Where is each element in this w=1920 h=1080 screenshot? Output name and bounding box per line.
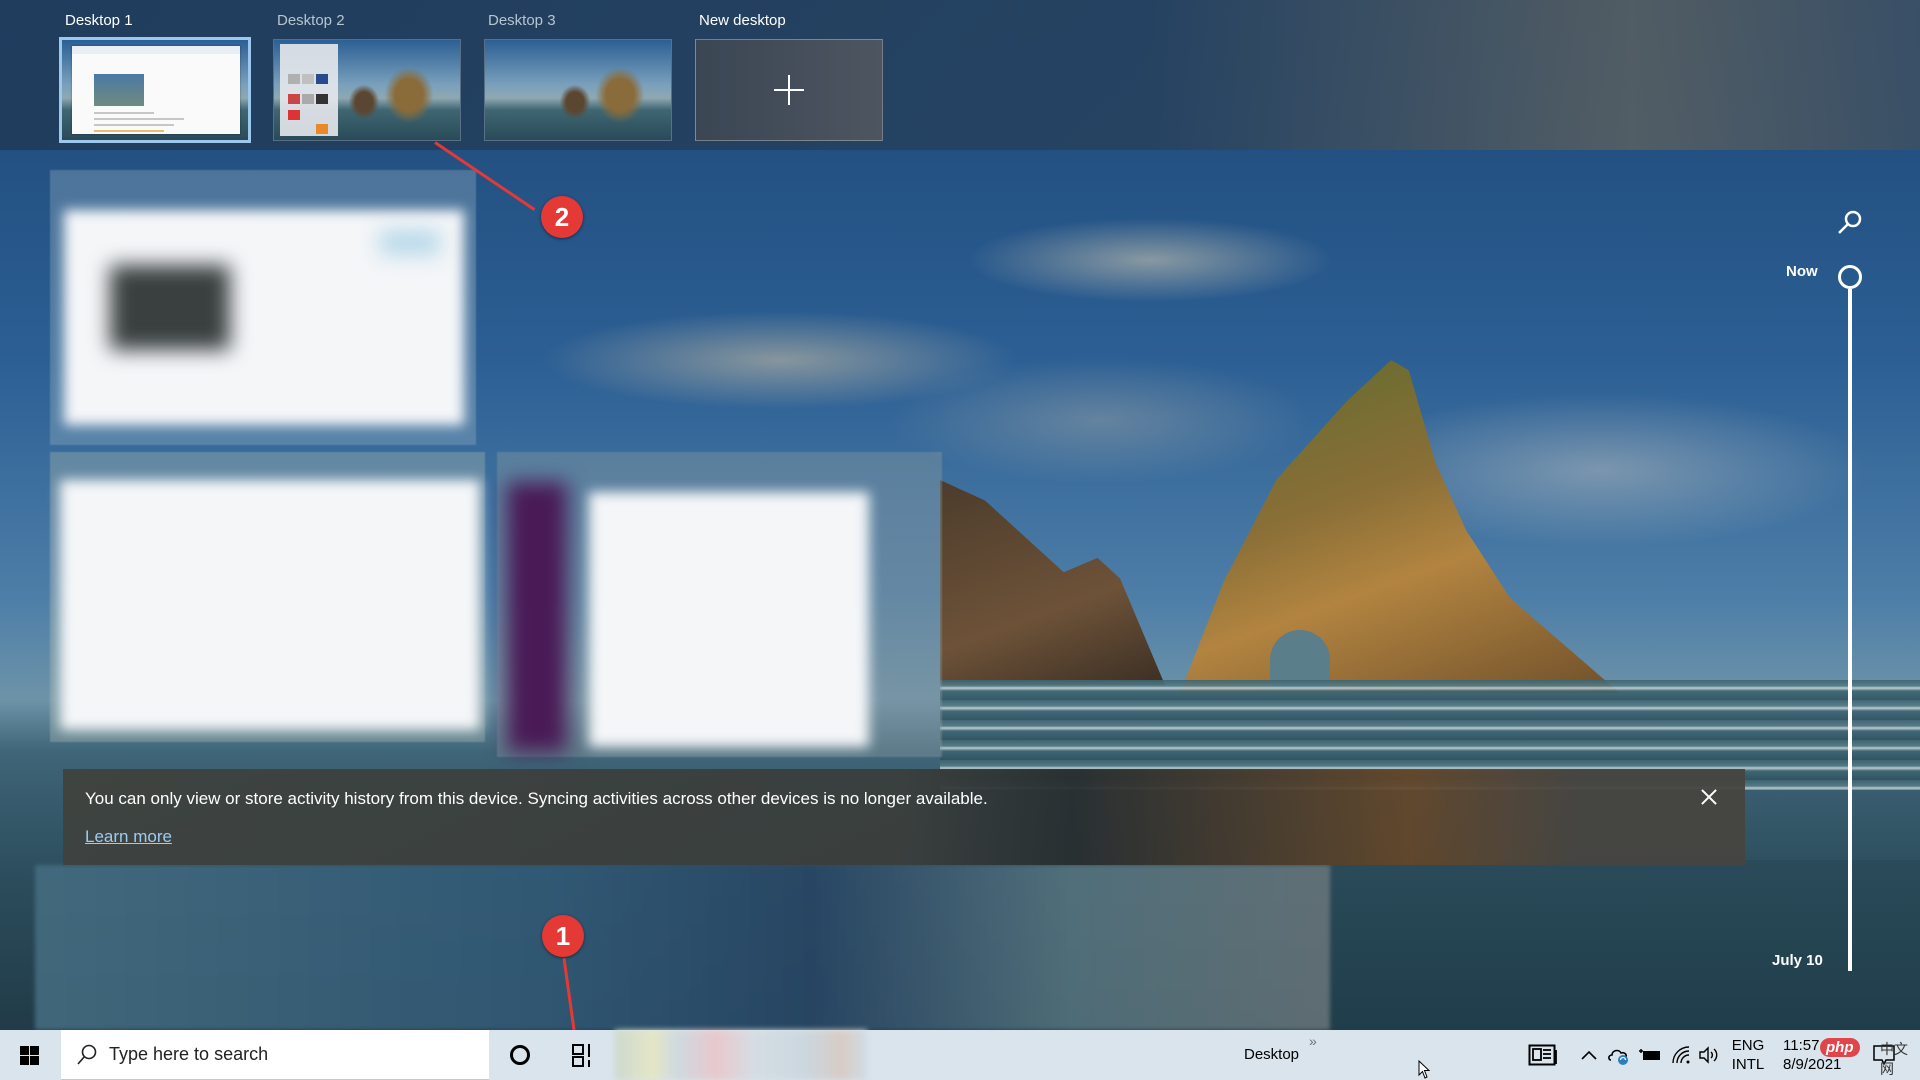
timeline-search-icon[interactable] <box>1834 208 1864 238</box>
virtual-desktops-bar: Desktop 1 Desktop 2 Desktop 3 New deskto… <box>0 0 1920 150</box>
desktop-toolbar[interactable]: Desktop <box>1244 1046 1299 1063</box>
pinned-apps-strip[interactable] <box>615 1030 867 1080</box>
wallpaper-sea-reflection <box>1330 860 1920 1030</box>
volume-icon[interactable] <box>1698 1043 1720 1067</box>
thumbnail-text-line <box>94 130 164 132</box>
thumbnail-browser-window <box>72 46 240 134</box>
desktop-3-thumbnail[interactable] <box>484 39 672 141</box>
new-desktop-label: New desktop <box>699 12 786 29</box>
window-thumbnail-button <box>380 230 440 255</box>
mouse-cursor-icon <box>1418 1060 1431 1079</box>
search-input[interactable] <box>109 1030 479 1078</box>
start-button[interactable] <box>0 1030 60 1080</box>
task-view-icon <box>572 1044 594 1068</box>
timeline-scrollbar[interactable] <box>1848 289 1852 971</box>
timeline-now-label: Now <box>1786 263 1818 280</box>
notice-message: You can only view or store activity hist… <box>85 789 988 808</box>
taskbar: Desktop » ENG INTL 11:57 A <box>0 1030 1920 1080</box>
activity-history-area <box>35 865 1330 1030</box>
desktop-2-thumbnail[interactable] <box>273 39 461 141</box>
news-and-interests-icon[interactable] <box>1528 1044 1558 1066</box>
cortana-button[interactable] <box>495 1030 545 1080</box>
thumbnail-tile <box>316 74 328 84</box>
thumbnail-tile <box>288 94 300 104</box>
window-thumbnail-document[interactable] <box>50 452 485 742</box>
watermark-badge: php <box>1820 1038 1860 1057</box>
activity-history-notice: You can only view or store activity hist… <box>63 769 1745 865</box>
thumbnail-tile <box>288 110 300 120</box>
task-view-button[interactable] <box>555 1030 607 1080</box>
language-line2: INTL <box>1731 1056 1765 1073</box>
input-language-indicator[interactable]: ENG INTL <box>1730 1036 1766 1074</box>
thumbnail-wallpaper <box>485 40 671 140</box>
thumbnail-text-line <box>94 118 184 120</box>
callout-1-badge: 1 <box>542 915 584 957</box>
window-thumbnail-content <box>60 480 480 730</box>
desktop-3-label: Desktop 3 <box>488 12 556 29</box>
thumbnail-tile <box>288 74 300 84</box>
new-desktop-button[interactable] <box>695 39 883 141</box>
close-icon[interactable] <box>1697 785 1721 809</box>
window-thumbnail-sidebar <box>507 482 567 752</box>
thumbnail-tile <box>302 94 314 104</box>
timeline-now-marker[interactable] <box>1838 265 1862 289</box>
desktop-1-thumbnail[interactable] <box>59 37 251 143</box>
toolbar-overflow-chevron[interactable]: » <box>1309 1033 1317 1049</box>
onedrive-sync-icon[interactable] <box>1607 1043 1631 1067</box>
wifi-icon[interactable] <box>1670 1043 1692 1067</box>
thumbnail-tile <box>316 94 328 104</box>
window-thumbnail-image <box>110 265 230 350</box>
chevron-up-icon[interactable] <box>1580 1043 1598 1067</box>
battery-charging-icon[interactable] <box>1638 1043 1662 1067</box>
window-thumbnail-browser[interactable] <box>50 170 476 445</box>
thumbnail-window-bar <box>72 46 240 54</box>
thumbnail-text-line <box>94 112 154 114</box>
search-icon <box>77 1044 97 1065</box>
watermark-text: 中文网 <box>1880 1041 1908 1077</box>
desktop-1-label: Desktop 1 <box>65 12 133 29</box>
clock-date: 8/9/2021 <box>1783 1056 1842 1073</box>
learn-more-link[interactable]: Learn more <box>85 827 172 847</box>
windows-logo-icon <box>20 1046 40 1065</box>
callout-2-badge: 2 <box>541 196 583 238</box>
cortana-icon <box>510 1045 530 1065</box>
plus-icon <box>774 75 804 105</box>
window-thumbnail-content <box>589 492 869 747</box>
thumbnail-window-image <box>94 74 144 106</box>
thumbnail-start-panel <box>280 44 338 136</box>
thumbnail-text-line <box>94 124 174 126</box>
desktop-2-label: Desktop 2 <box>277 12 345 29</box>
taskbar-search-box[interactable] <box>61 1030 489 1080</box>
thumbnail-tile <box>302 74 314 84</box>
timeline-date-label: July 10 <box>1772 952 1823 969</box>
window-thumbnail-app[interactable] <box>497 452 942 757</box>
language-line1: ENG <box>1731 1037 1765 1054</box>
thumbnail-tile <box>316 124 328 134</box>
